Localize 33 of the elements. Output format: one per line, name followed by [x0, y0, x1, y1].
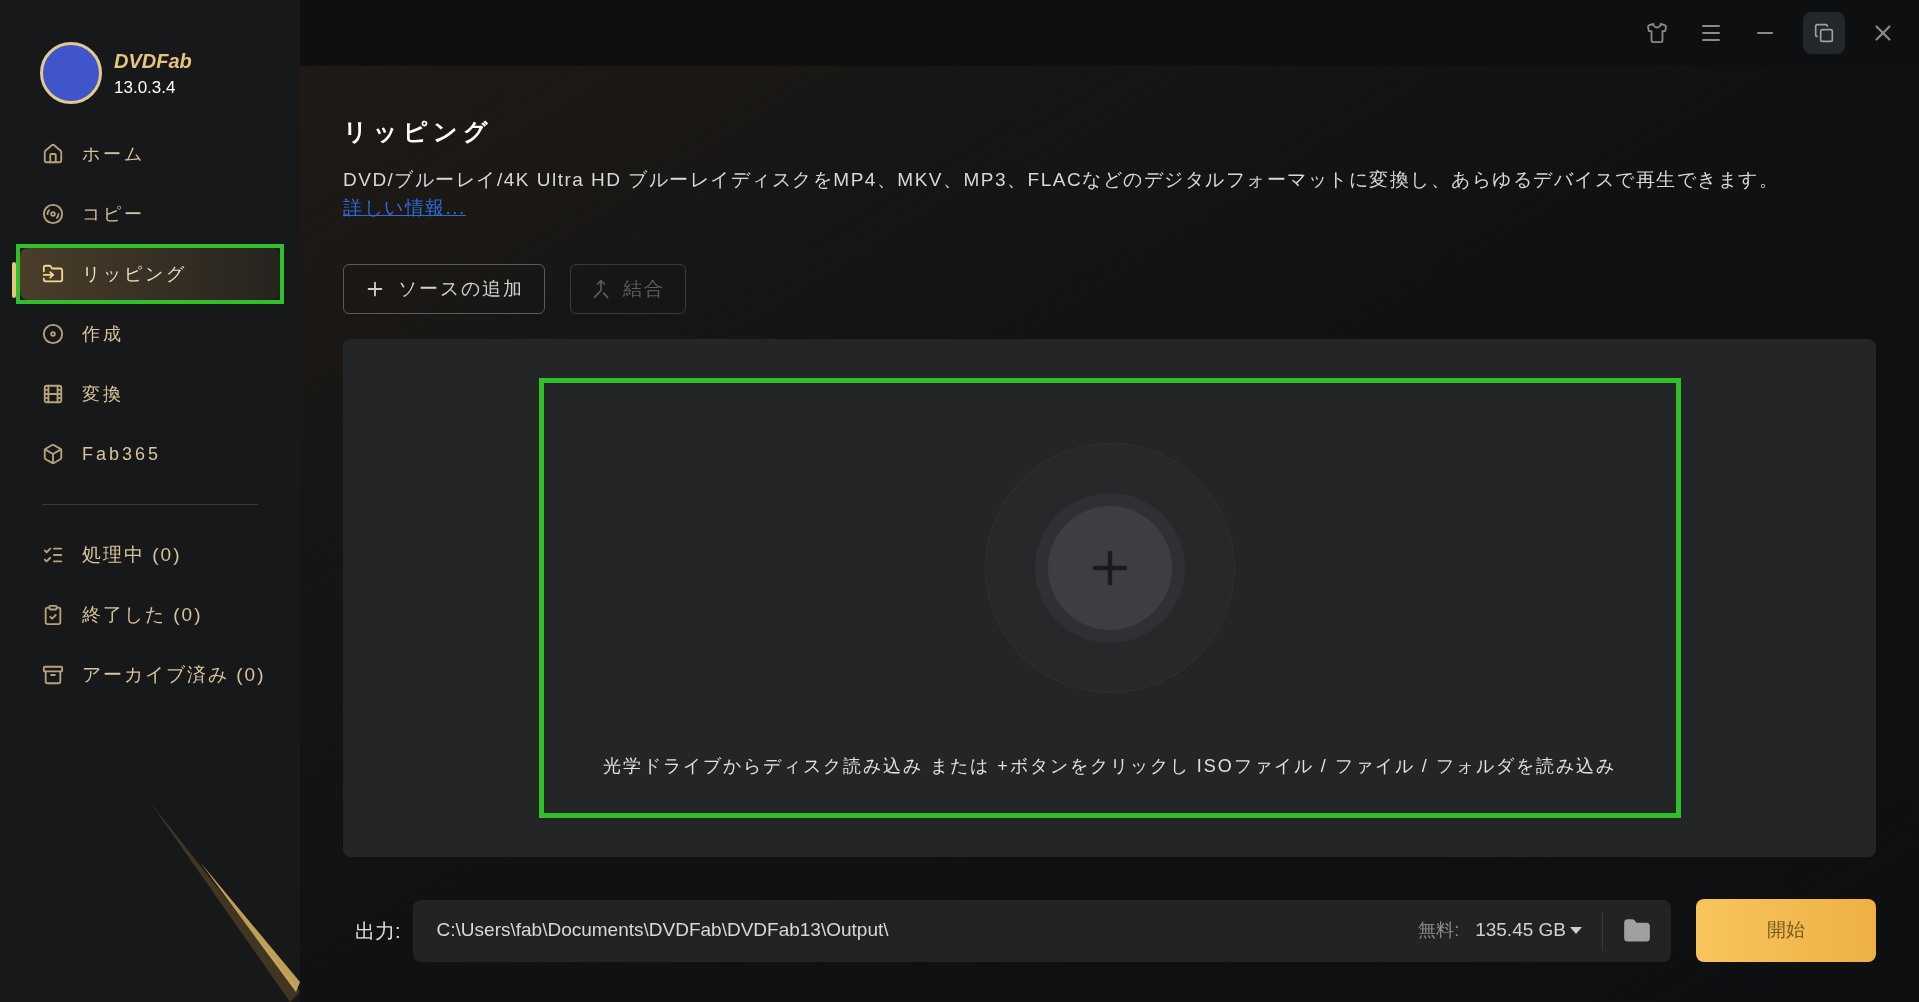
archive-box-icon — [42, 664, 64, 686]
home-icon — [42, 143, 64, 165]
nav-item[interactable]: ホーム — [20, 128, 280, 180]
more-info-link[interactable]: 詳しい情報... — [343, 197, 466, 218]
merge-icon — [591, 279, 611, 299]
page-description: DVD/ブルーレイ/4K Ultra HD ブルーレイディスクをMP4、MKV、MP3、FLACなどのデジタルフォーマットに変換し、あらゆるデバイスで再生できます。 詳しい情報... — [343, 168, 1781, 220]
queue-item[interactable]: アーカイブ済み (0) — [20, 645, 280, 705]
free-space-dropdown[interactable]: 135.45 GB — [1475, 916, 1582, 945]
app-version: 13.0.3.4 — [114, 78, 177, 96]
drop-hint: 光学ドライブからディスク読み込み または +ボタンをクリックし ISOファイル / ファイル / フォルダを読み込み — [603, 755, 1616, 778]
folder-icon[interactable] — [1623, 916, 1651, 945]
caret-icon — [1570, 927, 1582, 934]
app-name: DVDFab — [114, 50, 192, 71]
output-label: 出力: — [355, 918, 401, 944]
queue-item[interactable]: 終了した (0) — [20, 585, 280, 645]
output-path-field[interactable]: C:\Users\fab\Documents\DVDFab\DVDFab13\Output\ 無料: 135.45 GB — [412, 899, 1671, 962]
cube-icon — [42, 443, 64, 465]
discs-icon — [42, 203, 64, 225]
drop-area[interactable]: 光学ドライブからディスク読み込み または +ボタンをクリックし ISOファイル / ファイル / フォルダを読み込み — [538, 378, 1681, 818]
start-button[interactable]: 開始 — [1696, 899, 1876, 962]
film-icon — [42, 383, 64, 405]
queue-item[interactable]: 処理中 (0) — [20, 525, 280, 585]
nav-item[interactable]: 作成 — [20, 308, 280, 360]
add-source-button[interactable]: ソースの追加 — [343, 264, 545, 314]
disc-icon — [42, 323, 64, 345]
nav-item[interactable]: 変換 — [20, 368, 280, 420]
nav-item[interactable]: リッピング — [20, 248, 280, 300]
clipboard-check-icon — [42, 604, 64, 626]
page-title: リッピング — [343, 117, 494, 147]
free-space-label: 無料: — [1418, 919, 1460, 942]
nav-item[interactable]: Fab365 — [20, 428, 280, 480]
nav-item[interactable]: コピー — [20, 188, 280, 240]
restore-icon[interactable] — [1803, 12, 1845, 54]
